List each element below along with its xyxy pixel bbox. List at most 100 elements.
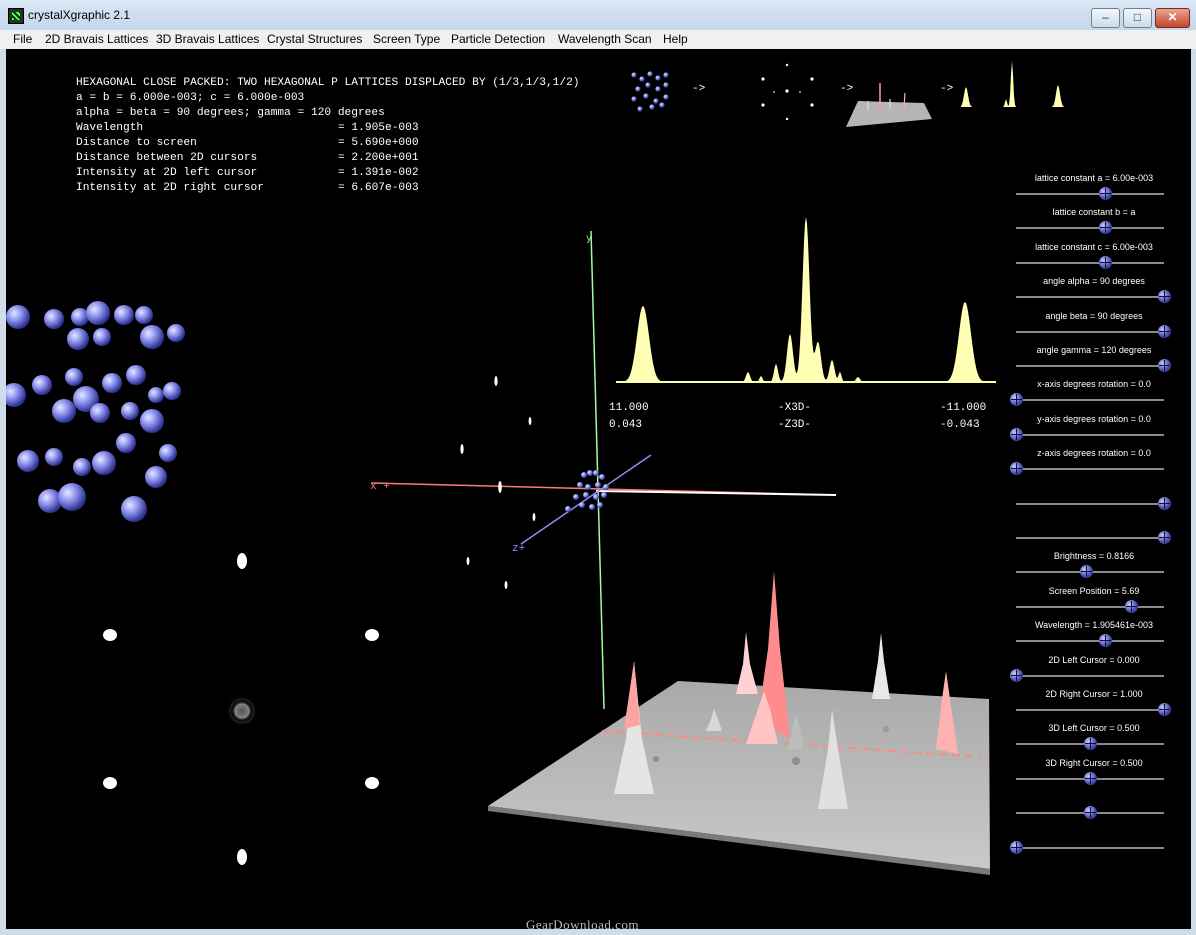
slider-thumb[interactable] — [1158, 290, 1171, 303]
slider-label: lattice constant b = a — [1052, 207, 1136, 217]
slider-thumb[interactable] — [1158, 325, 1171, 338]
thumbnail-atom — [643, 93, 649, 99]
menu-particle-detection[interactable]: Particle Detection — [451, 32, 545, 46]
slider-thumb[interactable] — [1099, 221, 1112, 234]
menu-help[interactable]: Help — [663, 32, 688, 46]
atom — [6, 383, 26, 407]
atom — [116, 433, 136, 453]
slider-thumb[interactable] — [1099, 634, 1112, 647]
menu-3d-bravais-lattices[interactable]: 3D Bravais Lattices — [156, 32, 259, 46]
slider-track[interactable] — [1016, 640, 1164, 642]
diffraction-spot — [237, 553, 247, 569]
slider-thumb[interactable] — [1125, 600, 1138, 613]
slider-track[interactable] — [1016, 365, 1164, 367]
atom — [32, 375, 52, 395]
slider-track[interactable] — [1016, 296, 1164, 298]
slider-thumb[interactable] — [1158, 497, 1171, 510]
axis-z-left-value: 0.043 — [609, 419, 643, 431]
param-value: = 6.607e-003 — [338, 182, 419, 194]
slider-thumb[interactable] — [1158, 359, 1171, 372]
slider-label: angle beta = 90 degrees — [1045, 311, 1143, 321]
param-name: Intensity at 2D left cursor — [76, 167, 258, 179]
slider-track[interactable] — [1016, 227, 1164, 229]
atom — [121, 496, 147, 522]
center-atom — [597, 502, 603, 508]
pipeline-surface-thumbnail — [846, 83, 932, 127]
slider-label: z-axis degrees rotation = 0.0 — [1037, 448, 1151, 458]
axis-x-right-value: -11.000 — [940, 402, 987, 414]
maximize-button[interactable]: □ — [1123, 8, 1152, 28]
atom — [67, 328, 89, 350]
slider-thumb[interactable] — [1010, 669, 1023, 682]
slider-label: 2D Left Cursor = 0.000 — [1048, 655, 1140, 665]
thumbnail-atom — [649, 104, 655, 110]
atom — [135, 306, 153, 324]
slider-track[interactable] — [1016, 468, 1164, 470]
slider-label: Brightness = 0.8166 — [1053, 551, 1135, 561]
slider-thumb[interactable] — [1010, 393, 1023, 406]
intensity-surface-3d — [488, 571, 990, 875]
svg-text:x +: x + — [370, 481, 390, 493]
slider-track[interactable] — [1016, 503, 1164, 505]
spectrum-plot — [616, 217, 996, 383]
menu-2d-bravais-lattices[interactable]: 2D Bravais Lattices — [45, 32, 148, 46]
thumbnail-atom — [631, 72, 637, 78]
slider-track[interactable] — [1016, 331, 1164, 333]
slider-track[interactable] — [1016, 847, 1164, 849]
info-line: a = b = 6.000e-003; c = 6.000e-003 — [76, 92, 305, 104]
atom — [52, 399, 76, 423]
thumbnail-atom — [635, 86, 641, 92]
slider-track[interactable] — [1016, 606, 1164, 608]
slider-track[interactable] — [1016, 537, 1164, 539]
slider-thumb[interactable] — [1158, 703, 1171, 716]
slider-thumb[interactable] — [1084, 737, 1097, 750]
menu-crystal-structures[interactable]: Crystal Structures — [267, 32, 362, 46]
atom — [17, 450, 39, 472]
render-viewport[interactable]: x + z+ y HEXAGONAL CLOSE PACKED: TWO HEX… — [6, 49, 1191, 929]
slider-track[interactable] — [1016, 434, 1164, 436]
diffraction-spot — [237, 849, 247, 865]
center-atom — [565, 506, 571, 512]
thumbnail-atom — [663, 94, 669, 100]
slider-thumb[interactable] — [1158, 531, 1171, 544]
thumbnail-atom — [645, 82, 651, 88]
slider-label: 2D Right Cursor = 1.000 — [1045, 689, 1143, 699]
slider-track[interactable] — [1016, 262, 1164, 264]
slider-thumb[interactable] — [1099, 256, 1112, 269]
center-atom — [583, 492, 589, 498]
crystal-lattice-3d — [6, 301, 185, 522]
slider-thumb[interactable] — [1099, 187, 1112, 200]
slider-thumb[interactable] — [1010, 462, 1023, 475]
menu-file[interactable]: File — [13, 32, 32, 46]
slider-track[interactable] — [1016, 675, 1164, 677]
slider-track[interactable] — [1016, 399, 1164, 401]
slider-label: Wavelength = 1.905461e-003 — [1034, 620, 1153, 630]
close-icon: ✕ — [1167, 10, 1178, 24]
atom — [145, 466, 167, 488]
close-button[interactable]: ✕ — [1155, 8, 1190, 28]
center-atom — [593, 494, 599, 500]
slider-thumb[interactable] — [1084, 772, 1097, 785]
minimize-button[interactable]: – — [1091, 8, 1120, 28]
slider-track[interactable] — [1016, 709, 1164, 711]
param-value: = 5.690e+000 — [338, 137, 419, 149]
axis-z-label: -Z3D- — [778, 419, 812, 431]
param-name: Wavelength — [76, 122, 144, 134]
slider-thumb[interactable] — [1084, 806, 1097, 819]
slider-track[interactable] — [1016, 193, 1164, 195]
param-name: Intensity at 2D right cursor — [76, 182, 264, 194]
atom — [86, 301, 110, 325]
info-panel: HEXAGONAL CLOSE PACKED: TWO HEXAGONAL P … — [76, 76, 580, 196]
atom — [93, 328, 111, 346]
menu-wavelength-scan[interactable]: Wavelength Scan — [558, 32, 652, 46]
axes-3d: x + z+ y — [370, 230, 837, 710]
slider-thumb[interactable] — [1010, 428, 1023, 441]
menu-screen-type[interactable]: Screen Type — [373, 32, 440, 46]
slider-thumb[interactable] — [1010, 841, 1023, 854]
atom — [159, 444, 177, 462]
thumbnail-atom — [637, 106, 643, 112]
minimize-icon: – — [1102, 10, 1109, 24]
menu-bar: File 2D Bravais Lattices 3D Bravais Latt… — [0, 30, 1196, 50]
slider-thumb[interactable] — [1080, 565, 1093, 578]
center-atom — [595, 482, 601, 488]
